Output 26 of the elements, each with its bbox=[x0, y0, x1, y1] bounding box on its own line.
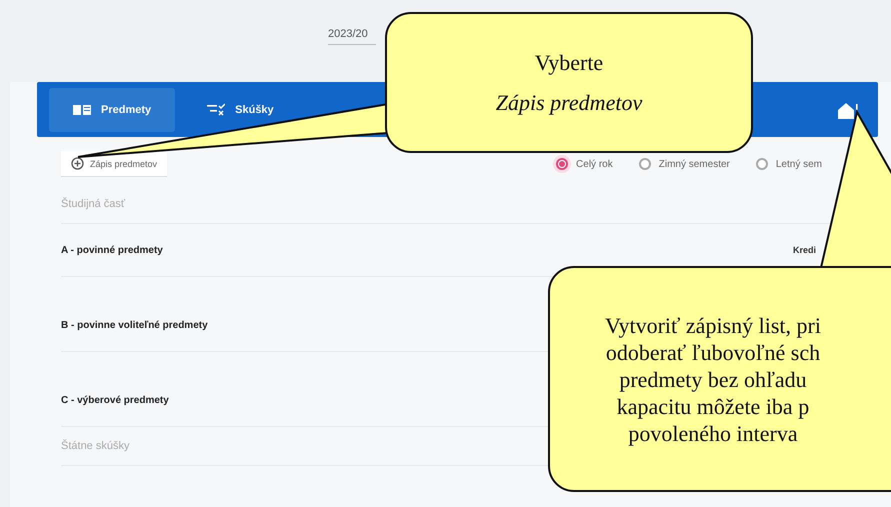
radio-option[interactable]: Letný sem bbox=[756, 158, 822, 170]
checklist-icon bbox=[207, 103, 226, 116]
subject-group-title: C - výberové predmety bbox=[61, 394, 169, 406]
callout-text: predmety bez ohľadu bbox=[619, 366, 807, 392]
subject-group-title: A - povinné predmety bbox=[61, 244, 163, 256]
section-heading: Študijná časť bbox=[61, 198, 126, 210]
enroll-subjects-button[interactable]: Zápis predmetov bbox=[61, 151, 168, 177]
callout-text: kapacitu môžete iba p bbox=[616, 392, 810, 420]
tab[interactable]: Predmety bbox=[49, 88, 176, 132]
add-icon bbox=[71, 157, 84, 170]
book-icon bbox=[73, 104, 91, 116]
section-heading: Štátne skúšky bbox=[61, 440, 130, 452]
radio-option[interactable]: Zimný semester bbox=[638, 158, 730, 170]
callout-text: Zápis predmetov bbox=[496, 90, 642, 116]
column-header: Kredi bbox=[792, 245, 816, 255]
radio-button[interactable] bbox=[556, 158, 568, 170]
radio-button[interactable] bbox=[756, 158, 768, 170]
home-icon[interactable] bbox=[837, 100, 858, 118]
callout-text: Vytvoriť zápisný list, pri bbox=[605, 312, 821, 338]
callout-text: povoleného interva bbox=[628, 420, 798, 446]
subject-group-title: B - povinne voliteľné predmety bbox=[61, 320, 208, 330]
callout-text: odoberať ľubovoľné sch bbox=[606, 338, 820, 366]
academic-year-field[interactable]: 2023/20 bbox=[328, 24, 376, 45]
radio-button[interactable] bbox=[638, 158, 651, 170]
callout-text: Vyberte bbox=[534, 50, 604, 76]
radio-option[interactable]: Celý rok bbox=[556, 158, 613, 170]
